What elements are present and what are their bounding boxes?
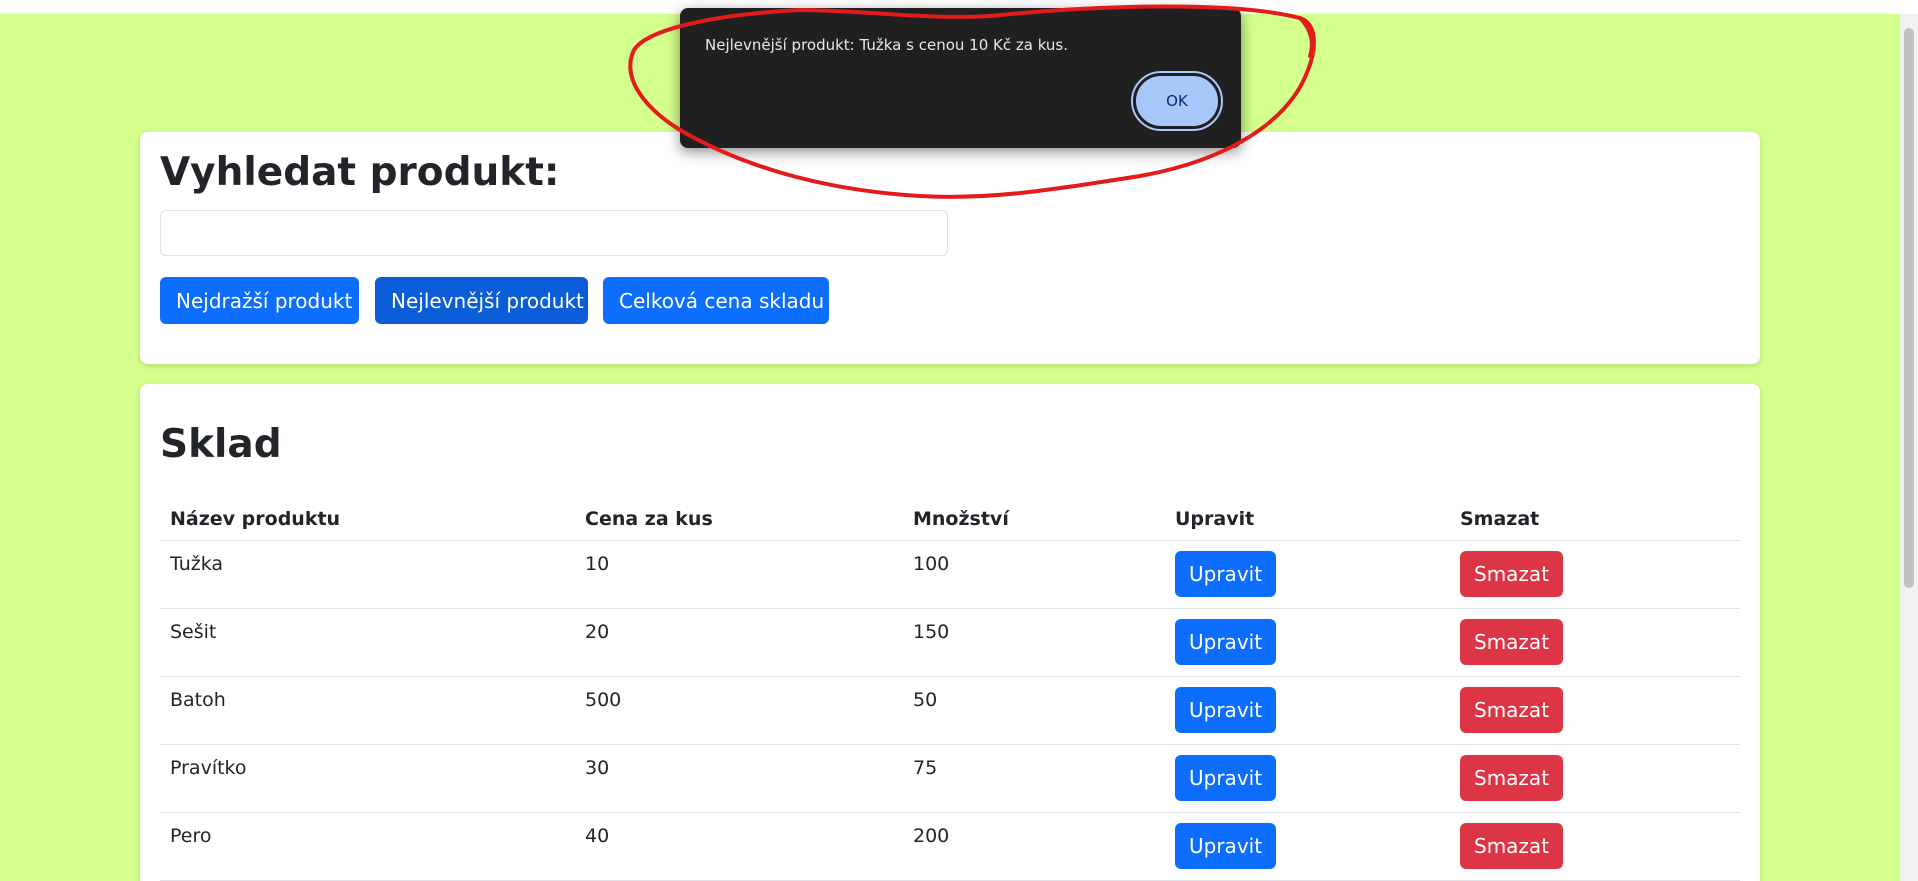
table-row: Sešit 20 150 Upravit Smazat <box>160 608 1740 677</box>
edit-cell: Upravit <box>1165 744 1450 813</box>
scrollbar-thumb[interactable] <box>1904 28 1914 588</box>
stock-table: Název produktu Cena za kus Množství Upra… <box>160 498 1740 881</box>
product-name-cell: Sešit <box>160 608 575 677</box>
table-header-row: Název produktu Cena za kus Množství Upra… <box>160 498 1740 541</box>
price-cell: 20 <box>575 608 903 677</box>
price-cell: 30 <box>575 744 903 813</box>
alert-message: Nejlevnější produkt: Tužka s cenou 10 Kč… <box>705 36 1069 54</box>
price-cell: 500 <box>575 676 903 745</box>
stock-heading: Sklad <box>160 422 282 467</box>
delete-cell: Smazat <box>1450 540 1740 609</box>
delete-button[interactable]: Smazat <box>1460 618 1564 665</box>
edit-cell: Upravit <box>1165 540 1450 609</box>
search-card: Vyhledat produkt: Nejdražší produkt Nejl… <box>140 132 1760 364</box>
table-row: Pravítko 30 75 Upravit Smazat <box>160 744 1740 813</box>
edit-button[interactable]: Upravit <box>1175 822 1277 869</box>
product-name-cell: Batoh <box>160 676 575 745</box>
total-value-button[interactable]: Celková cena skladu <box>603 277 829 324</box>
quantity-cell: 150 <box>903 608 1165 677</box>
table-row: Pero 40 200 Upravit Smazat <box>160 812 1740 881</box>
quantity-cell: 100 <box>903 540 1165 609</box>
product-name-cell: Pero <box>160 812 575 881</box>
alert-ok-button[interactable]: OK <box>1131 71 1223 131</box>
stock-card: Sklad Název produktu Cena za kus Množstv… <box>140 384 1760 881</box>
table-row: Batoh 500 50 Upravit Smazat <box>160 676 1740 745</box>
edit-cell: Upravit <box>1165 676 1450 745</box>
page-scrollbar[interactable] <box>1900 14 1918 881</box>
column-header-edit: Upravit <box>1165 498 1450 541</box>
edit-cell: Upravit <box>1165 812 1450 881</box>
quantity-cell: 50 <box>903 676 1165 745</box>
table-row: Tužka 10 100 Upravit Smazat <box>160 540 1740 609</box>
edit-button[interactable]: Upravit <box>1175 550 1277 597</box>
alert-dialog: Nejlevnější produkt: Tužka s cenou 10 Kč… <box>680 8 1241 148</box>
delete-button[interactable]: Smazat <box>1460 550 1564 597</box>
column-header-price: Cena za kus <box>575 498 903 541</box>
edit-button[interactable]: Upravit <box>1175 618 1277 665</box>
delete-button[interactable]: Smazat <box>1460 822 1564 869</box>
price-cell: 10 <box>575 540 903 609</box>
column-header-quantity: Množství <box>903 498 1165 541</box>
most-expensive-button[interactable]: Nejdražší produkt <box>160 277 359 324</box>
product-name-cell: Tužka <box>160 540 575 609</box>
search-heading: Vyhledat produkt: <box>160 150 560 195</box>
delete-button[interactable]: Smazat <box>1460 686 1564 733</box>
delete-cell: Smazat <box>1450 744 1740 813</box>
price-cell: 40 <box>575 812 903 881</box>
search-input[interactable] <box>160 210 948 256</box>
product-name-cell: Pravítko <box>160 744 575 813</box>
quantity-cell: 200 <box>903 812 1165 881</box>
delete-button[interactable]: Smazat <box>1460 754 1564 801</box>
edit-cell: Upravit <box>1165 608 1450 677</box>
edit-button[interactable]: Upravit <box>1175 754 1277 801</box>
delete-cell: Smazat <box>1450 608 1740 677</box>
edit-button[interactable]: Upravit <box>1175 686 1277 733</box>
cheapest-button[interactable]: Nejlevnější produkt <box>375 277 588 324</box>
column-header-name: Název produktu <box>160 498 575 541</box>
delete-cell: Smazat <box>1450 812 1740 881</box>
quantity-cell: 75 <box>903 744 1165 813</box>
delete-cell: Smazat <box>1450 676 1740 745</box>
column-header-delete: Smazat <box>1450 498 1740 541</box>
